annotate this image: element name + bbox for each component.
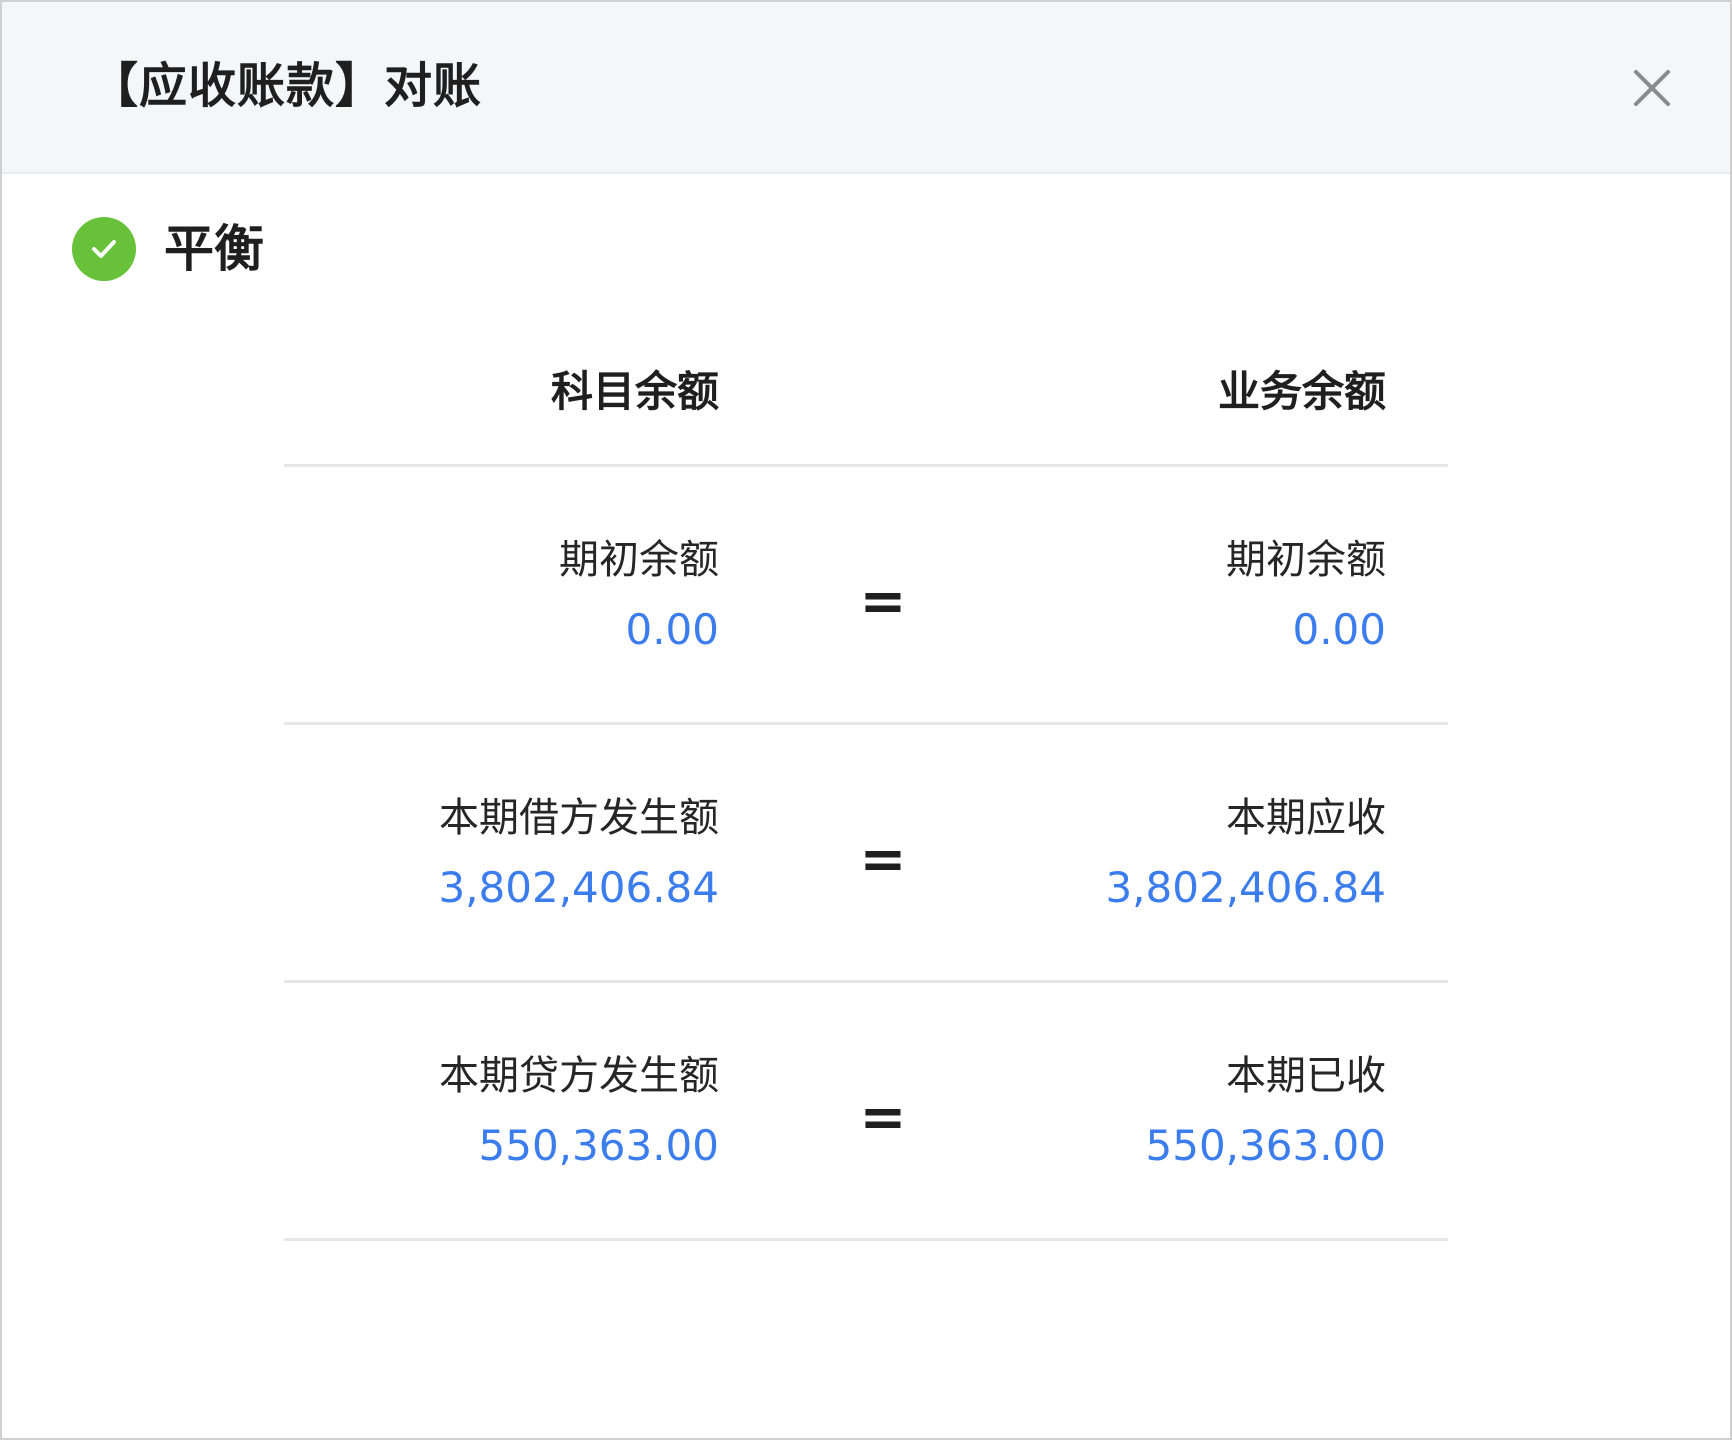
column-header-business-balance: 业务余额 xyxy=(1217,367,1386,416)
divider xyxy=(284,1238,1448,1241)
dialog-header: 【应收账款】对账 xyxy=(2,2,1730,174)
cell-label: 本期应收 xyxy=(1226,795,1386,841)
cell-value: 0.00 xyxy=(1292,605,1386,654)
divider xyxy=(284,980,1448,983)
close-button[interactable] xyxy=(1622,58,1682,118)
cell-value: 550,363.00 xyxy=(1145,1121,1386,1170)
row-receivable-right: 本期应收 3,802,406.84 xyxy=(1105,790,1386,916)
cell-label: 本期已收 xyxy=(1226,1053,1386,1099)
row-received-right: 本期已收 550,363.00 xyxy=(1146,1048,1386,1174)
equals-sign: = xyxy=(859,1085,907,1150)
cell-value: 3,802,406.84 xyxy=(1105,863,1386,912)
divider xyxy=(284,722,1448,725)
cell-label: 本期贷方发生额 xyxy=(439,1053,719,1099)
row-credit-left: 本期贷方发生额 550,363.00 xyxy=(439,1048,719,1174)
cell-value: 3,802,406.84 xyxy=(438,863,719,912)
row-opening-right: 期初余额 0.00 xyxy=(1226,532,1386,658)
dialog-title: 【应收账款】对账 xyxy=(90,58,483,114)
cell-label: 期初余额 xyxy=(559,537,719,583)
row-debit-left: 本期借方发生额 3,802,406.84 xyxy=(438,790,719,916)
cell-label: 本期借方发生额 xyxy=(439,795,719,841)
divider xyxy=(284,464,1448,467)
cell-value: 550,363.00 xyxy=(478,1121,719,1170)
equals-sign: = xyxy=(859,827,907,892)
cell-value: 0.00 xyxy=(625,605,719,654)
column-header-account-balance: 科目余额 xyxy=(550,367,719,416)
check-circle-icon xyxy=(72,217,136,281)
reconciliation-dialog: 【应收账款】对账 平衡 科目余额 业务余额 期初余额 0.00 = 期初余额 0… xyxy=(0,0,1732,1440)
balance-status: 平衡 xyxy=(72,216,264,282)
cell-label: 期初余额 xyxy=(1226,537,1386,583)
close-icon xyxy=(1634,70,1670,106)
status-text: 平衡 xyxy=(164,220,264,278)
row-opening-left: 期初余额 0.00 xyxy=(559,532,719,658)
equals-sign: = xyxy=(859,569,907,634)
